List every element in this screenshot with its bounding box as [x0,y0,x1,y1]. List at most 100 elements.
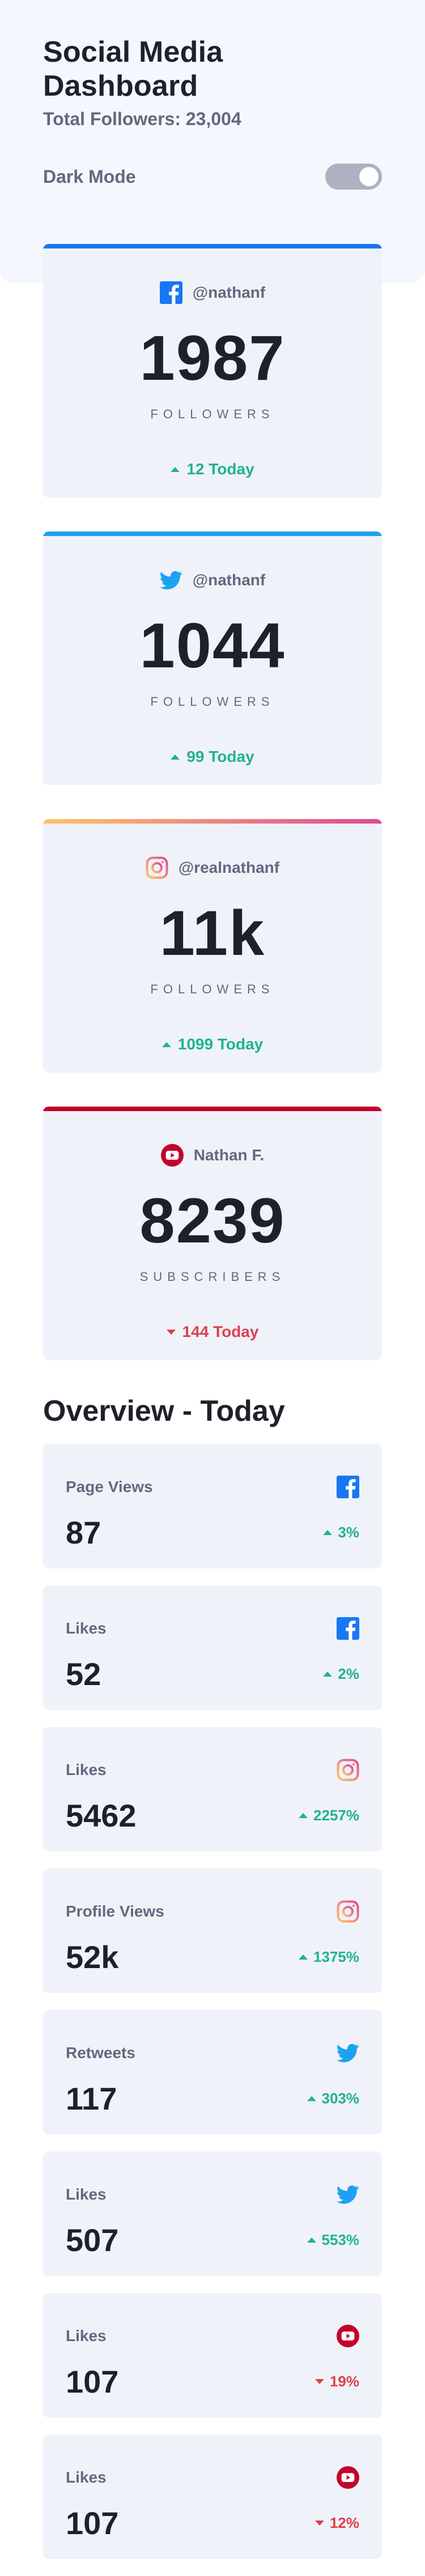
card-accent-bar [43,1107,382,1111]
overview-card[interactable]: Likes 107 12% [43,2434,382,2559]
facebook-icon [337,1476,359,1498]
follower-cards: @nathanf 1987 FOLLOWERS 12 Today @nathan… [43,244,382,1360]
card-delta-text: 99 Today [186,748,254,765]
youtube-icon [160,1144,184,1167]
overview-change: 1375% [299,1948,359,1966]
instagram-icon [337,1759,359,1781]
card-accent-bar [43,244,382,248]
facebook-icon [159,281,182,304]
overview-metric: Profile Views [66,1902,164,1920]
overview-value: 107 [66,2505,119,2541]
card-unit: SUBSCRIBERS [139,1270,286,1284]
card-accent-bar [43,532,382,536]
overview-change: 3% [323,1524,359,1541]
arrow-down-icon [314,2521,324,2526]
arrow-up-icon [299,1813,308,1818]
overview-change: 2257% [299,1807,359,1824]
overview-card[interactable]: Likes 5462 2257% [43,1727,382,1851]
card-unit: FOLLOWERS [150,407,275,421]
card-handle: @nathanf [192,571,266,589]
card-count: 8239 [139,1185,286,1256]
arrow-up-icon [299,1954,308,1960]
overview-title: Overview - Today [43,1395,285,1428]
card-delta-text: 144 Today [182,1323,259,1340]
card-delta: 99 Today [43,748,382,766]
arrow-up-icon [171,754,180,760]
overview-value: 52k [66,1939,119,1975]
overview-change-text: 1375% [313,1948,359,1965]
card-unit: FOLLOWERS [150,695,275,709]
follower-card-instagram[interactable]: @realnathanf 11k FOLLOWERS 1099 Today [43,819,382,1073]
card-delta: 12 Today [43,460,382,478]
twitter-icon [337,2183,359,2206]
overview-metric: Likes [66,1761,107,1778]
card-unit: FOLLOWERS [150,982,275,996]
arrow-down-icon [166,1329,176,1335]
arrow-up-icon [307,2096,316,2101]
page-title: Social Media Dashboard [43,36,223,102]
total-followers: Total Followers: 23,004 [43,109,241,129]
card-delta-text: 1099 Today [177,1035,264,1053]
overview-value: 507 [66,2222,119,2258]
overview-card[interactable]: Likes 52 2% [43,1585,382,1710]
card-count: 1987 [139,323,286,393]
twitter-icon [337,2042,359,2064]
facebook-icon [337,1617,359,1640]
overview-change: 12% [314,2514,359,2532]
overview-change-text: 19% [329,2373,359,2390]
youtube-icon [337,2325,359,2347]
overview-metric: Likes [66,2185,107,2203]
card-accent-bar [43,819,382,824]
overview-change-text: 553% [321,2231,360,2248]
card-delta: 1099 Today [43,1035,382,1053]
arrow-up-icon [162,1041,171,1047]
follower-card-twitter[interactable]: @nathanf 1044 FOLLOWERS 99 Today [43,532,382,785]
card-count: 11k [159,898,266,968]
overview-change-text: 2257% [313,1807,359,1824]
overview-metric: Retweets [66,2044,135,2061]
overview-change-text: 12% [329,2514,359,2531]
overview-change: 303% [307,2090,360,2107]
arrow-up-icon [307,2238,316,2243]
overview-metric: Likes [66,1619,107,1637]
instagram-icon [337,1900,359,1923]
dark-mode-row: Dark Mode [43,164,382,190]
card-delta: 144 Today [43,1323,382,1341]
card-handle: Nathan F. [193,1146,265,1164]
dark-mode-toggle[interactable] [325,164,382,190]
twitter-icon [159,569,182,592]
overview-change: 19% [314,2373,359,2390]
overview-change-text: 3% [338,1524,359,1541]
overview-value: 52 [66,1656,101,1692]
arrow-up-icon [323,1530,333,1535]
card-count: 1044 [139,610,286,681]
overview-change-text: 303% [321,2090,360,2107]
overview-card[interactable]: Profile Views 52k 1375% [43,1868,382,1993]
overview-value: 5462 [66,1798,137,1833]
overview-metric: Likes [66,2468,107,2486]
arrow-up-icon [171,466,180,472]
follower-card-youtube[interactable]: Nathan F. 8239 SUBSCRIBERS 144 Today [43,1107,382,1360]
card-delta-text: 12 Today [186,460,254,478]
instagram-icon [146,856,168,879]
overview-card[interactable]: Page Views 87 3% [43,1444,382,1568]
overview-metric: Likes [66,2327,107,2344]
card-handle: @realnathanf [178,859,280,876]
overview-card[interactable]: Likes 507 553% [43,2151,382,2276]
overview-change-text: 2% [338,1665,359,1682]
overview-change: 553% [307,2231,360,2249]
overview-card[interactable]: Likes 107 19% [43,2293,382,2418]
dashboard: Social Media Dashboard Total Followers: … [0,0,425,2559]
header: Social Media Dashboard Total Followers: … [43,0,382,190]
youtube-icon [337,2466,359,2489]
follower-card-facebook[interactable]: @nathanf 1987 FOLLOWERS 12 Today [43,244,382,498]
overview-value: 87 [66,1515,101,1550]
arrow-down-icon [314,2379,324,2384]
overview-list: Page Views 87 3% Likes 52 2% Likes 5462 225… [43,1444,382,2559]
overview-change: 2% [323,1665,359,1683]
dark-mode-label: Dark Mode [43,166,136,187]
arrow-up-icon [323,1671,333,1677]
toggle-knob [359,167,379,186]
overview-card[interactable]: Retweets 117 303% [43,2010,382,2134]
card-handle: @nathanf [192,284,266,301]
